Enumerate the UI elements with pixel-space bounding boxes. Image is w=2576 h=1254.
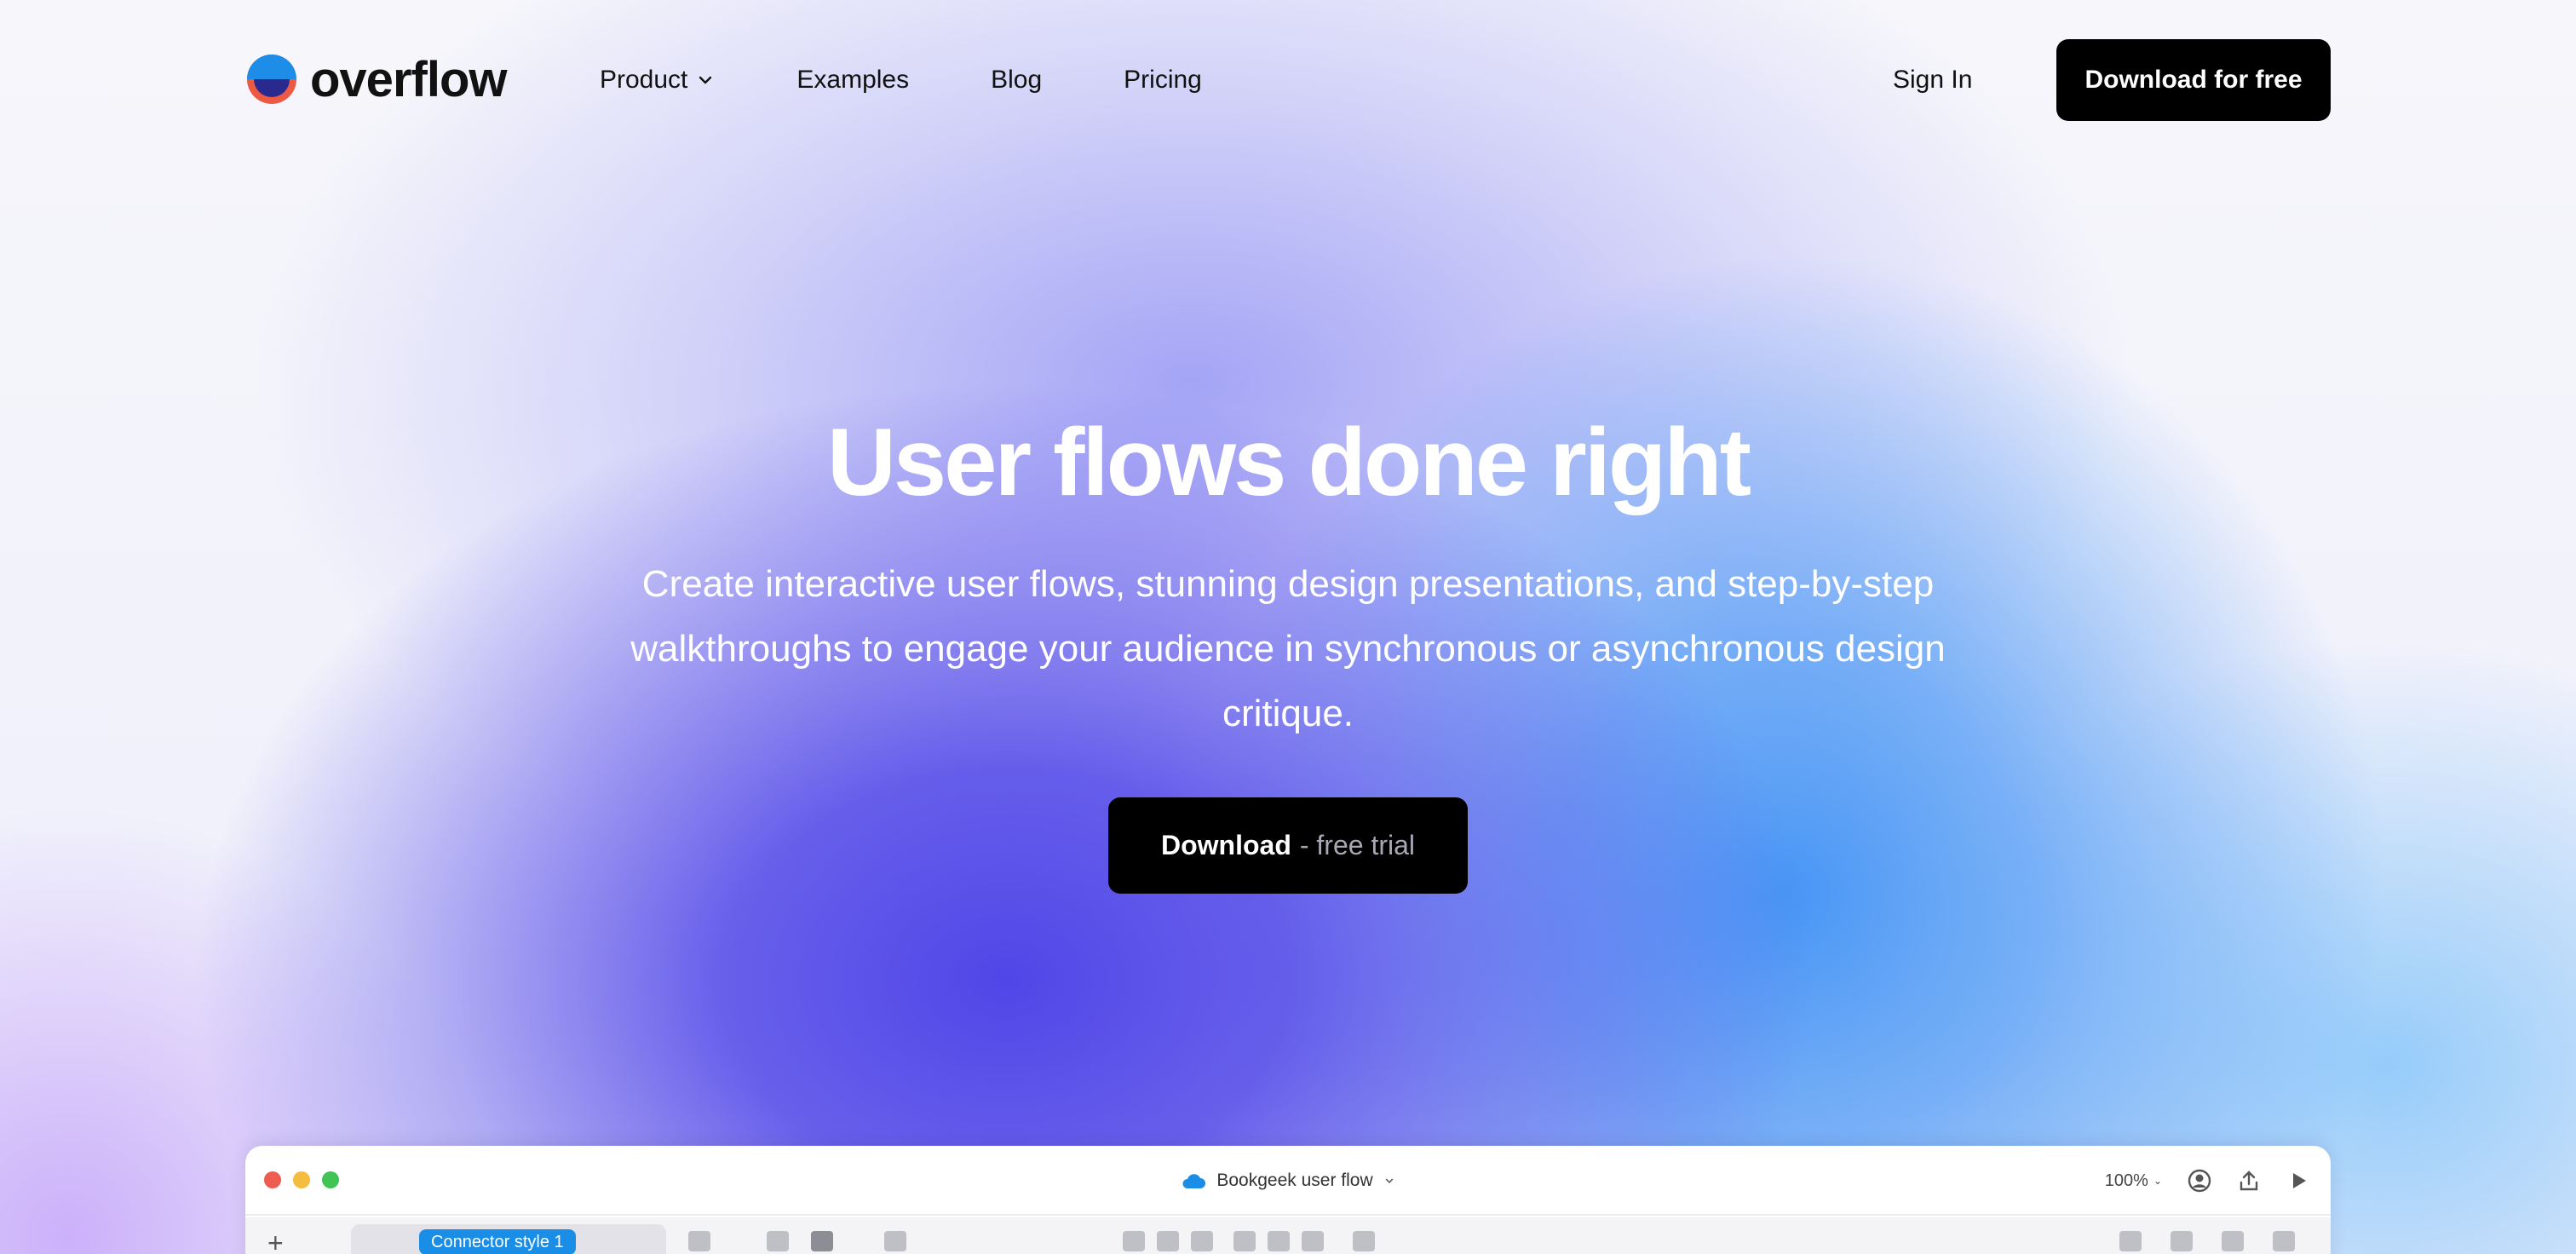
cta-light-label: - free trial [1299, 830, 1415, 860]
titlebar-actions: 100% ⌄ [2105, 1163, 2310, 1199]
nav-links: Product Examples Blog Pricing [600, 61, 1284, 99]
align-icon[interactable] [1302, 1231, 1324, 1251]
hero-title: User flows done right [827, 409, 1751, 515]
logo-text: overflow [310, 51, 507, 107]
overflow-logo-icon [247, 55, 296, 104]
app-titlebar: Bookgeek user flow 100% ⌄ [245, 1146, 2331, 1216]
distribute-icon[interactable] [1353, 1231, 1375, 1251]
nav-link-pricing[interactable]: Pricing [1124, 66, 1202, 95]
tool-icon[interactable] [884, 1231, 906, 1251]
cloud-icon [1182, 1174, 1206, 1188]
share-icon[interactable] [2237, 1169, 2261, 1193]
chevron-down-icon [1385, 1178, 1393, 1183]
align-icon[interactable] [1233, 1231, 1256, 1251]
user-icon[interactable] [2188, 1169, 2211, 1193]
app-window-preview: Bookgeek user flow 100% ⌄ + Connector sty… [245, 1146, 2331, 1254]
cta-strong-label: Download [1160, 830, 1291, 860]
nav-link-label: Product [600, 66, 688, 94]
sign-in-link[interactable]: Sign In [1893, 61, 1972, 99]
app-toolbar: + Connector style 1 [245, 1217, 2331, 1254]
lock-icon[interactable] [2273, 1231, 2295, 1251]
landing-page: overflow Product Examples Blog Pricing S… [0, 0, 2576, 1254]
tool-icon[interactable] [2222, 1231, 2244, 1251]
top-navigation: overflow Product Examples Blog Pricing S… [0, 0, 2576, 162]
tool-icon[interactable] [767, 1231, 789, 1251]
connector-style-label: Connector style 1 [419, 1229, 576, 1254]
chevron-down-icon [699, 76, 712, 84]
align-icon[interactable] [1191, 1231, 1213, 1251]
tool-icon[interactable] [811, 1231, 833, 1251]
tool-icon[interactable] [2171, 1231, 2193, 1251]
align-icon[interactable] [1268, 1231, 1290, 1251]
document-title-label: Bookgeek user flow [1216, 1171, 1373, 1190]
nav-link-examples[interactable]: Examples [796, 66, 909, 95]
chevron-down-icon: ⌄ [2153, 1175, 2162, 1187]
tool-icon[interactable] [2119, 1231, 2142, 1251]
download-free-trial-button[interactable]: Download - free trial [1108, 797, 1468, 894]
hero-subtitle: Create interactive user flows, stunning … [630, 563, 1946, 734]
play-icon[interactable] [2286, 1169, 2310, 1193]
zoom-value: 100% [2104, 1171, 2148, 1190]
download-for-free-button[interactable]: Download for free [2056, 39, 2331, 121]
zoom-select[interactable]: 100% ⌄ [2105, 1171, 2162, 1191]
align-icon[interactable] [1157, 1231, 1179, 1251]
logo[interactable]: overflow [245, 49, 507, 109]
document-title[interactable]: Bookgeek user flow [245, 1146, 2331, 1216]
tool-icon[interactable] [688, 1231, 710, 1251]
align-icon[interactable] [1123, 1231, 1145, 1251]
plus-icon[interactable]: + [267, 1228, 284, 1254]
nav-link-blog[interactable]: Blog [991, 66, 1042, 95]
nav-link-product[interactable]: Product [600, 66, 715, 95]
connector-style-select[interactable]: Connector style 1 [351, 1224, 666, 1254]
